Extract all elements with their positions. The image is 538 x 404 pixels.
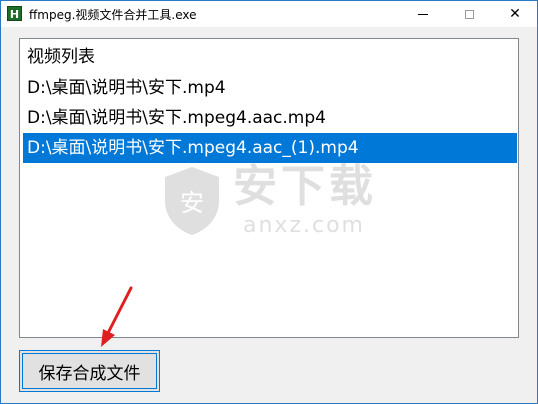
maximize-icon xyxy=(464,9,474,19)
save-merged-file-button[interactable]: 保存合成文件 xyxy=(19,350,160,392)
minimize-button[interactable] xyxy=(401,1,445,27)
list-header: 视频列表 xyxy=(27,47,95,67)
window-title: ffmpeg.视频文件合并工具.exe xyxy=(29,8,197,22)
list-item-selected[interactable]: D:\桌面\说明书\安下.mpeg4.aac_(1).mp4 xyxy=(23,133,517,163)
close-icon: ✕ xyxy=(509,6,521,22)
minimize-icon xyxy=(418,13,428,15)
close-button[interactable]: ✕ xyxy=(493,1,537,27)
video-listbox[interactable]: 视频列表 D:\桌面\说明书\安下.mp4 D:\桌面\说明书\安下.mpeg4… xyxy=(19,38,519,338)
maximize-button[interactable] xyxy=(447,1,491,27)
list-item[interactable]: D:\桌面\说明书\安下.mp4 xyxy=(23,73,517,103)
title-bar[interactable]: H ffmpeg.视频文件合并工具.exe ✕ xyxy=(1,1,537,27)
app-icon: H xyxy=(7,6,22,21)
app-window: H ffmpeg.视频文件合并工具.exe ✕ 视频列表 D:\桌面\说明书\安… xyxy=(0,0,538,404)
list-item[interactable]: D:\桌面\说明书\安下.mpeg4.aac.mp4 xyxy=(23,103,517,133)
